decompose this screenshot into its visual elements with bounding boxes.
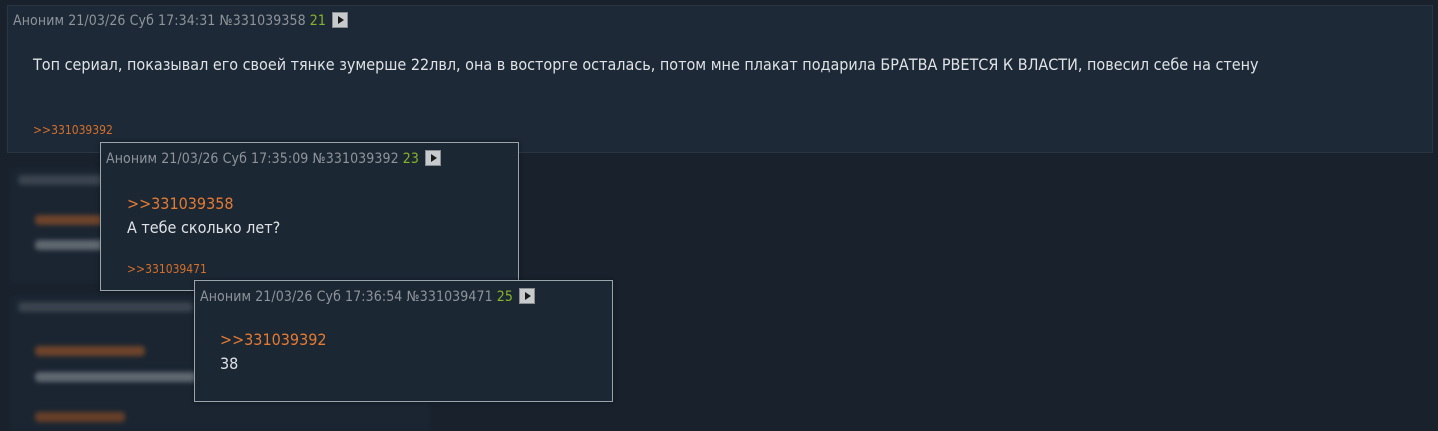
post-date: 21/03/26 Суб 17:34:31 [68,13,216,29]
post-message: >>331039392 38 [220,328,600,376]
quote-link[interactable]: >>331039392 [220,328,600,352]
reply-link[interactable]: >>331039392 [33,123,113,137]
message-text: 38 [220,354,239,373]
post-count: 23 [402,151,419,167]
quote-link[interactable]: >>331039358 [127,192,507,216]
message-text: А тебе сколько лет? [127,218,281,237]
post-number-link[interactable]: №331039358 [220,13,306,29]
post-count: 21 [309,13,326,29]
reply-link[interactable]: >>331039471 [127,262,207,276]
post-message: >>331039358 А тебе сколько лет? [127,192,507,240]
post-message: Топ сериал, показывал его своей тянке зу… [33,55,1259,74]
post-header: Аноним 21/03/26 Суб 17:34:31 №331039358 2… [13,12,348,29]
post-author: Аноним [13,13,65,29]
post-number-link[interactable]: №331039392 [313,151,399,167]
post-preview-331039392: Аноним 21/03/26 Суб 17:35:09 №331039392 2… [100,142,519,291]
post-header: Аноним 21/03/26 Суб 17:35:09 №331039392 2… [106,150,441,167]
post-author: Аноним [106,151,158,167]
play-icon[interactable] [331,12,348,28]
post-header: Аноним 21/03/26 Суб 17:36:54 №331039471 2… [200,288,535,305]
post-author: Аноним [200,289,252,305]
post-331039358: Аноним 21/03/26 Суб 17:34:31 №331039358 2… [7,5,1433,153]
play-icon[interactable] [424,150,441,166]
play-icon[interactable] [518,288,535,304]
post-number-link[interactable]: №331039471 [407,289,493,305]
post-count: 25 [496,289,513,305]
post-date: 21/03/26 Суб 17:35:09 [161,151,309,167]
post-preview-331039471: Аноним 21/03/26 Суб 17:36:54 №331039471 2… [194,280,613,402]
post-date: 21/03/26 Суб 17:36:54 [255,289,403,305]
